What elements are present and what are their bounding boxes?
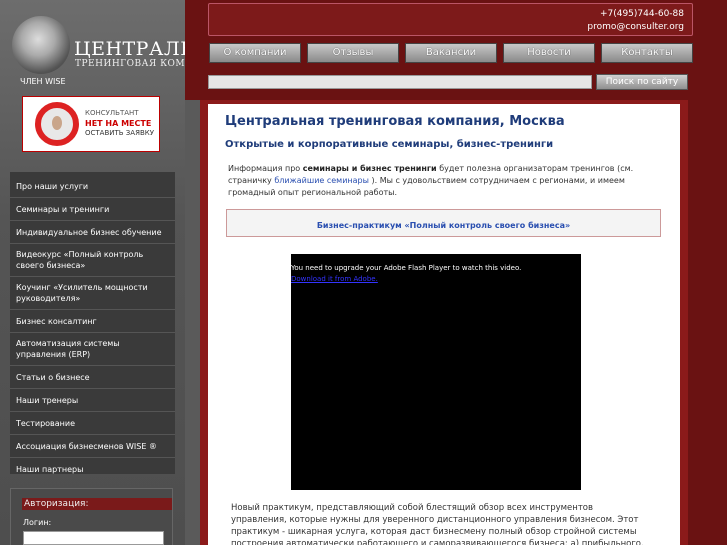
intro-part1: Информация про: [228, 164, 303, 173]
phone: +7(495)744-60-88: [599, 9, 684, 19]
sidebar-item-individual[interactable]: Индивидуальное бизнес обучение: [10, 220, 175, 243]
intro-text: Информация про семинары и бизнес тренинг…: [228, 163, 660, 199]
nav-contacts[interactable]: Контакты: [601, 43, 693, 63]
banner-line2: НЕТ НА МЕСТЕ: [85, 119, 152, 128]
sidebar-menu: Про наши услуги Семинары и тренинги Инди…: [10, 172, 175, 474]
logo-member: ЧЛЕН WISE: [20, 77, 66, 86]
sidebar-item-consulting[interactable]: Бизнес консалтинг: [10, 309, 175, 332]
practicum-link[interactable]: Бизнес-практикум «Полный контроль своего…: [317, 221, 570, 230]
nav-news[interactable]: Новости: [503, 43, 595, 63]
bear-logo-icon: [12, 16, 70, 74]
upcoming-seminars-link[interactable]: ближайшие семинары: [274, 176, 369, 185]
banner-line3: ОСТАВИТЬ ЗАЯВКУ: [85, 129, 154, 137]
consultant-banner[interactable]: КОНСУЛЬТАНТ НЕТ НА МЕСТЕ ОСТАВИТЬ ЗАЯВКУ: [22, 96, 160, 152]
search-input[interactable]: [208, 75, 592, 89]
auth-title: Авторизация:: [22, 498, 172, 510]
nav-vacancies[interactable]: Вакансии: [405, 43, 497, 63]
sidebar-item-partners[interactable]: Наши партнеры: [10, 457, 175, 480]
sidebar-item-articles[interactable]: Статьи о бизнесе: [10, 365, 175, 388]
banner-line1: КОНСУЛЬТАНТ: [85, 109, 139, 117]
practicum-box: Бизнес-практикум «Полный контроль своего…: [226, 209, 661, 237]
email-link[interactable]: promo@consulter.org: [587, 22, 684, 32]
left-panel: ЦЕНТРАЛЬНАЯ ТРЕНИНГОВАЯ КОМПАНИЯ ЧЛЕН WI…: [0, 0, 241, 545]
sidebar-item-wise[interactable]: Ассоциация бизнесменов WISE ®: [10, 434, 175, 457]
right-strip: [688, 100, 727, 545]
video-player[interactable]: You need to upgrade your Adobe Flash Pla…: [291, 254, 581, 490]
auth-box: Авторизация: Логин:: [10, 488, 173, 545]
search-button[interactable]: Поиск по сайту: [596, 74, 688, 90]
flash-download-link[interactable]: Download it from Adobe.: [291, 275, 378, 283]
flash-message: You need to upgrade your Adobe Flash Pla…: [291, 264, 522, 272]
contacts-box: +7(495)744-60-88 promo@consulter.org: [208, 3, 693, 36]
header: +7(495)744-60-88 promo@consulter.org О к…: [185, 0, 727, 100]
sidebar-item-coaching[interactable]: Коучинг «Усилитель мощности руководителя…: [10, 276, 175, 309]
sidebar-item-erp[interactable]: Автоматизация системы управления (ERP): [10, 332, 175, 365]
page-title: Центральная тренинговая компания, Москва: [225, 114, 565, 129]
nav-about[interactable]: О компании: [209, 43, 301, 63]
consultant-photo: [52, 116, 62, 130]
sidebar-item-services[interactable]: Про наши услуги: [10, 176, 175, 197]
page-subtitle: Открытые и корпоративные семинары, бизне…: [225, 139, 554, 150]
login-label: Логин:: [23, 518, 52, 527]
main-content: Центральная тренинговая компания, Москва…: [208, 104, 680, 545]
sidebar-item-videocourse[interactable]: Видеокурс «Полный контроль своего бизнес…: [10, 243, 175, 276]
sidebar-item-trainers[interactable]: Наши тренеры: [10, 388, 175, 411]
nav-reviews[interactable]: Отзывы: [307, 43, 399, 63]
sidebar-item-testing[interactable]: Тестирование: [10, 411, 175, 434]
description-text: Новый практикум, представляющий собой бл…: [231, 503, 644, 545]
intro-bold: семинары и бизнес тренинги: [302, 164, 437, 173]
lifebuoy-icon: [35, 102, 79, 146]
logo[interactable]: ЦЕНТРАЛЬНАЯ ТРЕНИНГОВАЯ КОМПАНИЯ ЧЛЕН WI…: [12, 16, 241, 86]
sidebar-item-seminars[interactable]: Семинары и тренинги: [10, 197, 175, 220]
login-input[interactable]: [23, 531, 164, 545]
